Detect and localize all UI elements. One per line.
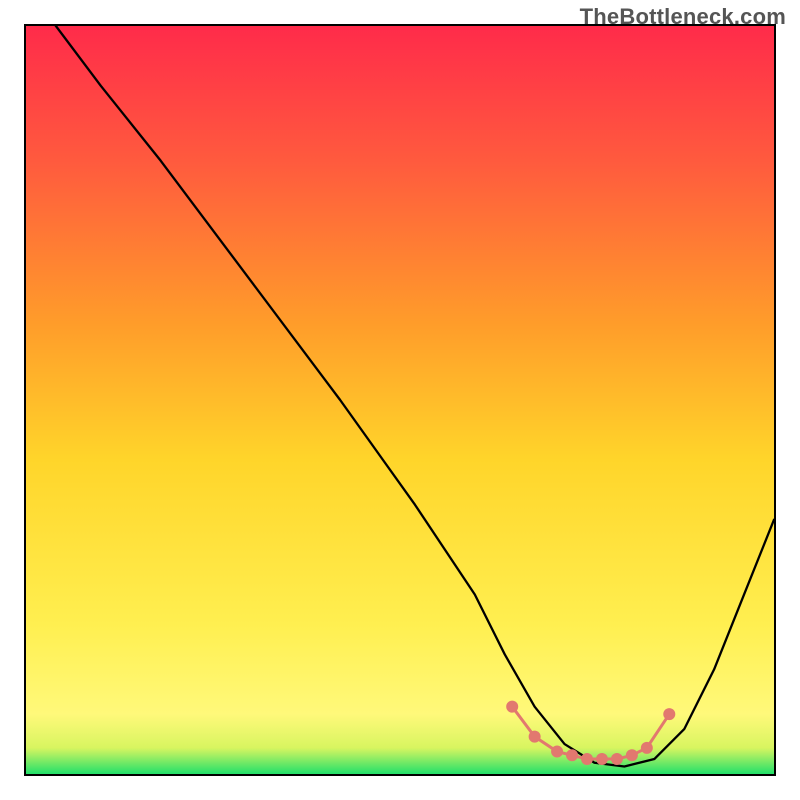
- optimal-point: [611, 753, 623, 765]
- optimal-point: [566, 749, 578, 761]
- optimal-point: [581, 753, 593, 765]
- optimal-point: [529, 731, 541, 743]
- optimal-point: [596, 753, 608, 765]
- optimal-point: [506, 701, 518, 713]
- optimal-point: [626, 749, 638, 761]
- chart-svg: [26, 26, 774, 774]
- watermark-text: TheBottleneck.com: [580, 4, 786, 30]
- optimal-point: [663, 708, 675, 720]
- optimal-point: [641, 742, 653, 754]
- chart-plot-area: [24, 24, 776, 776]
- chart-background: [26, 26, 774, 774]
- optimal-point: [551, 746, 563, 758]
